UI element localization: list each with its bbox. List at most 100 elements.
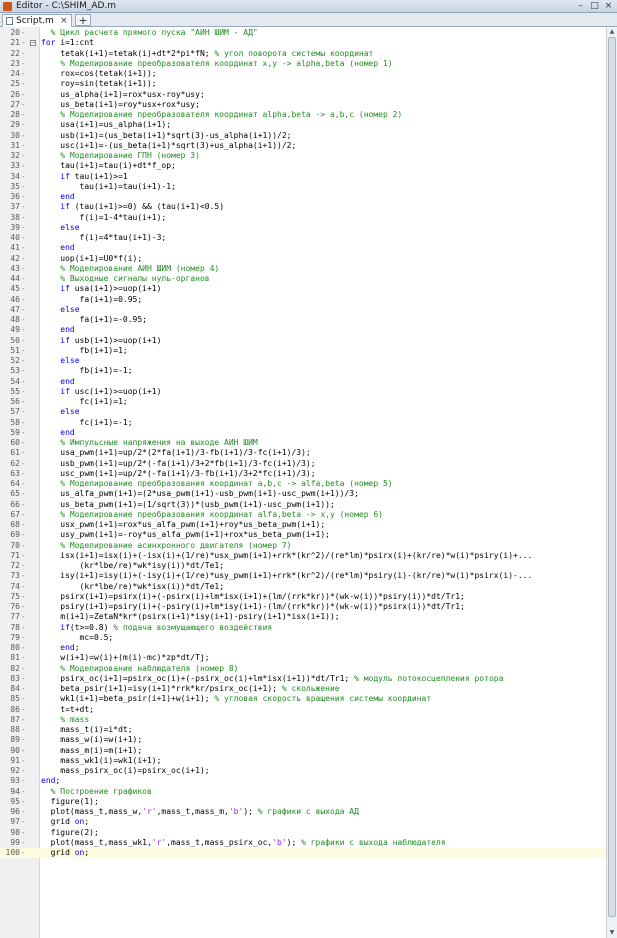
breakpoint-marker[interactable]: -	[21, 797, 31, 807]
breakpoint-marker[interactable]: -	[21, 110, 31, 120]
breakpoint-marker[interactable]: -	[21, 295, 31, 305]
code-line[interactable]: 84- beta_psir(i+1)=isy(i+1)*rrk*kr/psirx…	[0, 684, 606, 694]
breakpoint-marker[interactable]: -	[21, 633, 31, 643]
maximize-button[interactable]: □	[588, 1, 601, 11]
code-line[interactable]: 76- psiry(i+1)=psiry(i)+(-psiry(i)+lm*is…	[0, 602, 606, 612]
breakpoint-marker[interactable]: -	[21, 79, 31, 89]
breakpoint-marker[interactable]: -	[21, 131, 31, 141]
code-line[interactable]: 72- (kr*lbe/re)*wk*isy(i))*dt/Te1;	[0, 561, 606, 571]
breakpoint-marker[interactable]: -	[21, 612, 31, 622]
breakpoint-marker[interactable]: -	[21, 305, 31, 315]
code-line[interactable]: 47- else	[0, 305, 606, 315]
code-line[interactable]: 43- % Моделирование АИН ШИМ (номер 4)	[0, 264, 606, 274]
code-line[interactable]: 89- mass_w(i)=w(i+1);	[0, 735, 606, 745]
code-line[interactable]: 46- fa(i+1)=0.95;	[0, 295, 606, 305]
code-line[interactable]: 61- usa_pwm(i+1)=up/2*(2*fa(i+1)/3-fb(i+…	[0, 448, 606, 458]
breakpoint-marker[interactable]: -	[21, 397, 31, 407]
breakpoint-marker[interactable]: -	[21, 100, 31, 110]
code-line[interactable]: 35- tau(i+1)=tau(i+1)-1;	[0, 182, 606, 192]
breakpoint-marker[interactable]: -	[21, 715, 31, 725]
code-line[interactable]: 73- isy(i+1)=isy(i)+(-isy(i)+(1/re)*usy_…	[0, 571, 606, 581]
breakpoint-marker[interactable]: -	[21, 510, 31, 520]
breakpoint-marker[interactable]: -	[21, 448, 31, 458]
breakpoint-marker[interactable]: -	[21, 776, 31, 786]
breakpoint-marker[interactable]: -	[21, 59, 31, 69]
code-line[interactable]: 55- if usc(i+1)>=uop(i+1)	[0, 387, 606, 397]
code-line[interactable]: 51- fb(i+1)=1;	[0, 346, 606, 356]
code-line[interactable]: 92- mass_psirx_oc(i)=psirx_oc(i+1);	[0, 766, 606, 776]
breakpoint-marker[interactable]: -	[21, 28, 31, 38]
code-line[interactable]: 27- us_beta(i+1)=roy*usx+rox*usy;	[0, 100, 606, 110]
breakpoint-marker[interactable]: -	[21, 192, 31, 202]
code-line[interactable]: 39- else	[0, 223, 606, 233]
breakpoint-marker[interactable]: -	[21, 684, 31, 694]
breakpoint-marker[interactable]: -	[21, 848, 31, 858]
code-line[interactable]: 70- % Моделирование асинхронного двигате…	[0, 541, 606, 551]
code-line[interactable]: 50- if usb(i+1)>=uop(i+1)	[0, 336, 606, 346]
breakpoint-marker[interactable]: -	[21, 161, 31, 171]
breakpoint-marker[interactable]: -	[21, 807, 31, 817]
code-line[interactable]: 96- plot(mass_t,mass_w,'r',mass_t,mass_m…	[0, 807, 606, 817]
code-line[interactable]: 42- uop(i+1)=U0*f(i);	[0, 254, 606, 264]
code-line[interactable]: 100- grid on;	[0, 848, 606, 859]
breakpoint-marker[interactable]: -	[21, 151, 31, 161]
breakpoint-marker[interactable]: -	[21, 500, 31, 510]
code-line[interactable]: 60- % Импульсные напряжения на выходе АИ…	[0, 438, 606, 448]
breakpoint-marker[interactable]: -	[21, 141, 31, 151]
scroll-up-arrow-icon[interactable]: ▲	[607, 27, 617, 36]
breakpoint-marker[interactable]: -	[21, 643, 31, 653]
code-line[interactable]: 88- mass_t(i)=i*dt;	[0, 725, 606, 735]
code-line[interactable]: 52- else	[0, 356, 606, 366]
code-line[interactable]: 86- t=t+dt;	[0, 705, 606, 715]
breakpoint-marker[interactable]: -	[21, 653, 31, 663]
breakpoint-marker[interactable]: -	[21, 541, 31, 551]
breakpoint-marker[interactable]: -	[21, 694, 31, 704]
code-line[interactable]: 64- % Моделирование преобразования коорд…	[0, 479, 606, 489]
code-line[interactable]: 29- usa(i+1)=us_alpha(i+1);	[0, 120, 606, 130]
breakpoint-marker[interactable]: -	[21, 602, 31, 612]
breakpoint-marker[interactable]: -	[21, 766, 31, 776]
breakpoint-marker[interactable]: -	[21, 561, 31, 571]
code-line[interactable]: 98- figure(2);	[0, 828, 606, 838]
breakpoint-marker[interactable]: -	[21, 735, 31, 745]
code-line[interactable]: 83- psirx_oc(i+1)=psirx_oc(i)+(-psirx_oc…	[0, 674, 606, 684]
breakpoint-marker[interactable]: -	[21, 489, 31, 499]
breakpoint-marker[interactable]: -	[21, 418, 31, 428]
scrollbar-thumb[interactable]	[608, 37, 616, 917]
breakpoint-marker[interactable]: -	[21, 315, 31, 325]
vertical-scrollbar[interactable]: ▲ ▼	[606, 27, 617, 938]
breakpoint-marker[interactable]: -	[21, 479, 31, 489]
breakpoint-marker[interactable]: -	[21, 223, 31, 233]
code-line[interactable]: 69- usy_pwm(i+1)=-roy*us_alfa_pwm(i+1)+r…	[0, 530, 606, 540]
breakpoint-marker[interactable]: -	[21, 387, 31, 397]
code-line[interactable]: 28- % Моделирование преобразователя коор…	[0, 110, 606, 120]
code-line[interactable]: 91- mass_wk1(i)=wk1(i+1);	[0, 756, 606, 766]
code-line[interactable]: 77- m(i+1)=ZetaN*kr*(psirx(i+1)*isy(i+1)…	[0, 612, 606, 622]
breakpoint-marker[interactable]: -	[21, 787, 31, 797]
code-line[interactable]: 38- f(i)=1-4*tau(i+1);	[0, 213, 606, 223]
breakpoint-marker[interactable]: -	[21, 213, 31, 223]
code-line[interactable]: 78- if(t>=0.8) % подача возмущающего воз…	[0, 623, 606, 633]
breakpoint-marker[interactable]: -	[21, 172, 31, 182]
breakpoint-marker[interactable]: -	[21, 725, 31, 735]
code-line[interactable]: 54- end	[0, 377, 606, 387]
breakpoint-marker[interactable]: -	[21, 377, 31, 387]
breakpoint-marker[interactable]: -	[21, 202, 31, 212]
code-line[interactable]: 30- usb(i+1)=(us_beta(i+1)*sqrt(3)-us_al…	[0, 131, 606, 141]
code-line[interactable]: 41- end	[0, 243, 606, 253]
breakpoint-marker[interactable]: -	[21, 438, 31, 448]
code-line[interactable]: 99- plot(mass_t,mass_wk1,'r',mass_t,mass…	[0, 838, 606, 848]
breakpoint-marker[interactable]: -	[21, 520, 31, 530]
code-line[interactable]: 56- fc(i+1)=1;	[0, 397, 606, 407]
breakpoint-marker[interactable]: -	[21, 756, 31, 766]
code-line[interactable]: 25- roy=sin(tetak(i+1));	[0, 79, 606, 89]
breakpoint-marker[interactable]: -	[21, 428, 31, 438]
code-line[interactable]: 68- usx_pwm(i+1)=rox*us_alfa_pwm(i+1)+ro…	[0, 520, 606, 530]
close-tab-icon[interactable]: ×	[60, 15, 68, 27]
code-line[interactable]: 44- % Выходные сигналы нуль-органов	[0, 274, 606, 284]
code-line[interactable]: 93- end;	[0, 776, 606, 786]
code-editor[interactable]: 20 - % Цикл расчета прямого пуска "АИН ШИ…	[0, 27, 606, 938]
breakpoint-marker[interactable]: -	[21, 592, 31, 602]
breakpoint-marker[interactable]: -	[21, 746, 31, 756]
code-line[interactable]: 49- end	[0, 325, 606, 335]
